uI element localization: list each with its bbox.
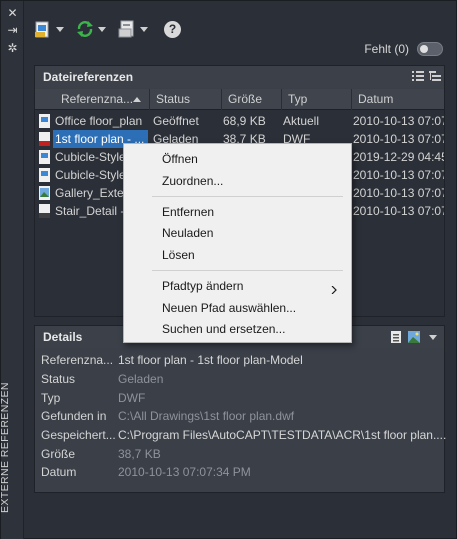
missing-filter-label: Fehlt (0)	[364, 42, 409, 56]
menu-item-find-and-replace[interactable]: Suchen und ersetzen...	[162, 319, 285, 339]
menu-item-open[interactable]: Öffnen	[162, 149, 198, 169]
menu-item-detach[interactable]: Entfernen	[162, 202, 214, 222]
menu-item-reload[interactable]: Neuladen	[162, 223, 213, 243]
dwg-file-icon	[38, 167, 51, 183]
column-header-date[interactable]: Datum	[352, 89, 444, 110]
refresh-icon[interactable]	[76, 19, 94, 39]
column-header-type[interactable]: Typ	[282, 89, 352, 110]
submenu-arrow-icon	[331, 283, 337, 295]
details-section: Details Referenzna... 1st floor plan - 1…	[34, 325, 446, 493]
details-view-icon[interactable]	[390, 330, 402, 344]
context-menu: Öffnen Zuordnen... Entfernen Neuladen Lö…	[123, 143, 352, 343]
column-header-status[interactable]: Status	[150, 89, 222, 110]
toolbar: ?	[34, 15, 181, 43]
help-icon[interactable]: ?	[164, 20, 181, 38]
table-row[interactable]: Office floor_plan Geöffnet 68,9 KB Aktue…	[35, 112, 444, 130]
dwg-file-icon	[38, 149, 51, 165]
preview-icon[interactable]	[407, 330, 421, 344]
menu-item-select-new-path[interactable]: Neuen Pfad auswählen...	[162, 298, 296, 318]
properties-gear-icon[interactable]: ✲	[5, 42, 20, 55]
list-view-icon[interactable]	[412, 70, 424, 82]
resize-grip[interactable]	[431, 469, 439, 493]
change-path-dropdown-caret[interactable]	[140, 25, 150, 33]
close-icon[interactable]: ✕	[5, 7, 20, 20]
change-path-icon[interactable]	[118, 19, 136, 39]
menu-separator	[152, 196, 343, 197]
palette-title: EXTERNE REFERENZEN	[0, 382, 11, 513]
file-references-title: Dateireferenzen	[43, 70, 134, 84]
file-references-header[interactable]: Dateireferenzen	[35, 66, 444, 88]
external-references-palette: ✕ ⇥ ✲ EXTERNE REFERENZEN ? Fehlt (0) Dat…	[0, 0, 457, 539]
image-file-icon	[38, 185, 51, 201]
refresh-dropdown-caret[interactable]	[98, 25, 108, 33]
attach-dwg-icon[interactable]	[34, 19, 52, 39]
dwg-file-icon	[38, 113, 51, 129]
menu-separator	[152, 270, 343, 271]
palette-title-strip[interactable]: ✕ ⇥ ✲ EXTERNE REFERENZEN	[0, 1, 24, 539]
pdf-file-icon	[38, 203, 51, 219]
menu-item-unload[interactable]: Lösen	[162, 245, 195, 265]
missing-filter-toggle[interactable]	[417, 42, 443, 56]
details-title: Details	[43, 330, 83, 344]
column-header-size[interactable]: Größe	[222, 89, 282, 110]
table-header: Referenzna... Status Größe Typ Datum	[35, 89, 444, 110]
menu-item-change-path-type[interactable]: Pfadtyp ändern	[162, 276, 243, 296]
tree-view-icon[interactable]	[429, 70, 441, 82]
autohide-icon[interactable]: ⇥	[5, 24, 20, 37]
menu-item-attach[interactable]: Zuordnen...	[162, 171, 223, 191]
details-dropdown-caret[interactable]	[429, 335, 437, 340]
sort-ascending-icon	[133, 97, 141, 102]
attach-dropdown-caret[interactable]	[56, 25, 66, 33]
dwf-file-icon	[38, 131, 51, 147]
